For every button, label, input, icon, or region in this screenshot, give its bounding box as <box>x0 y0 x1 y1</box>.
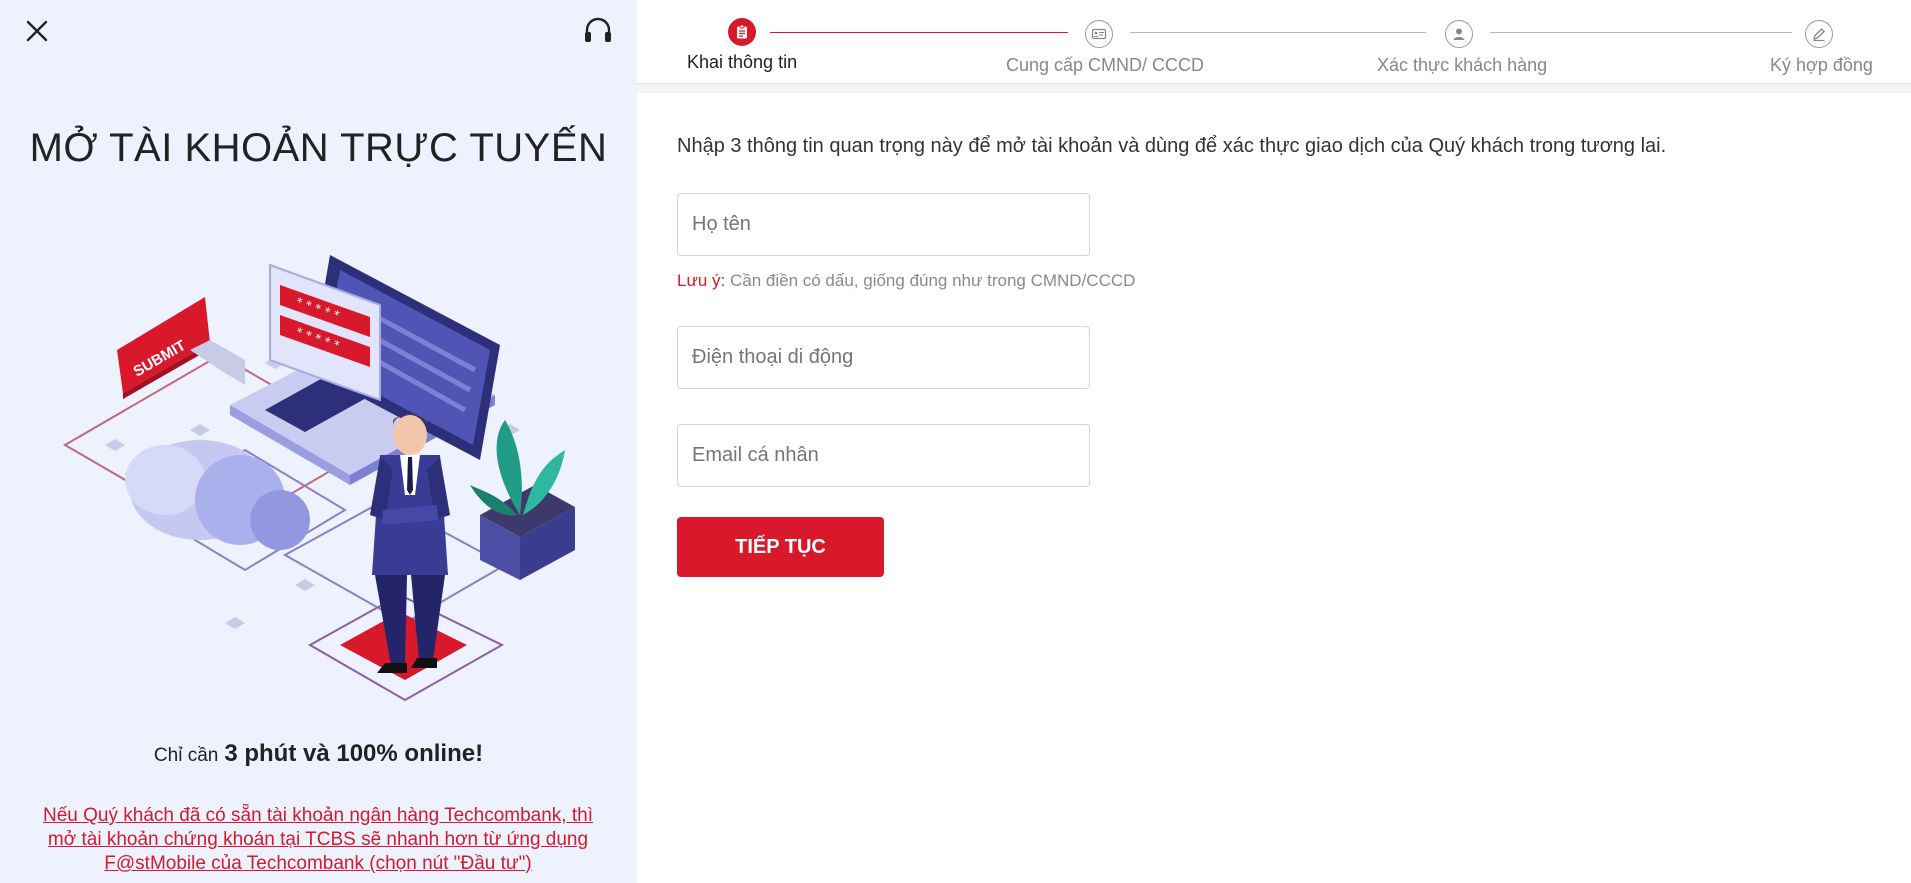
full-name-field[interactable] <box>677 193 1090 256</box>
pen-icon <box>1813 28 1825 42</box>
step-4-label[interactable]: Ký hợp đồng <box>1770 55 1873 76</box>
step-2-marker[interactable] <box>1085 20 1113 48</box>
close-icon <box>26 20 48 42</box>
right-panel: Khai thông tin Cung cấp CMND/ CCCD Xác t… <box>637 0 1911 883</box>
note-text: Cần điền có dấu, giống đúng như trong CM… <box>729 271 1136 290</box>
close-button[interactable] <box>22 16 52 46</box>
user-icon <box>1453 28 1465 40</box>
step-3-label[interactable]: Xác thực khách hàng <box>1377 55 1547 76</box>
step-4-marker[interactable] <box>1805 20 1833 48</box>
support-button[interactable] <box>581 14 615 48</box>
step-2-label[interactable]: Cung cấp CMND/ CCCD <box>1006 55 1204 76</box>
note-label: Lưu ý: <box>677 271 726 290</box>
form-intro-text: Nhập 3 thông tin quan trọng này để mở tà… <box>677 135 1667 157</box>
continue-button[interactable]: TIẾP TỤC <box>677 517 884 577</box>
left-panel: MỞ TÀI KHOẢN TRỰC TUYẾN * * * * * * * * … <box>0 0 637 883</box>
clipboard-icon <box>737 24 747 39</box>
step-1-label[interactable]: Khai thông tin <box>687 52 797 73</box>
name-note: Lưu ý: Cần điền có dấu, giống đúng như t… <box>677 271 1135 291</box>
page-title: MỞ TÀI KHOẢN TRỰC TUYẾN <box>29 126 608 170</box>
step-connector <box>1490 32 1792 33</box>
tagline-big: 3 phút và 100% online! <box>224 740 484 767</box>
techcombank-fastmobile-link[interactable]: Nếu Quý khách đã có sẵn tài khoản ngân h… <box>28 804 608 876</box>
step-connector <box>1130 32 1426 33</box>
headset-icon <box>585 17 611 42</box>
tagline-small: Chỉ cần <box>153 745 219 766</box>
phone-field[interactable] <box>677 326 1090 389</box>
step-1-marker[interactable] <box>728 18 756 46</box>
step-3-marker[interactable] <box>1445 20 1473 48</box>
id-card-icon <box>1091 28 1107 40</box>
email-input[interactable] <box>678 425 1089 486</box>
account-opening-illustration: * * * * * * * * * * SUBMIT <box>63 255 575 702</box>
app-root: MỞ TÀI KHOẢN TRỰC TUYẾN * * * * * * * * … <box>0 0 1911 883</box>
full-name-input[interactable] <box>678 194 1089 255</box>
tagline: Chỉ cần 3 phút và 100% online! <box>0 740 637 768</box>
step-connector <box>770 32 1068 33</box>
progress-stepper: Khai thông tin Cung cấp CMND/ CCCD Xác t… <box>637 0 1911 84</box>
email-field[interactable] <box>677 424 1090 487</box>
stepper-divider <box>637 84 1911 93</box>
phone-input[interactable] <box>678 327 1089 388</box>
